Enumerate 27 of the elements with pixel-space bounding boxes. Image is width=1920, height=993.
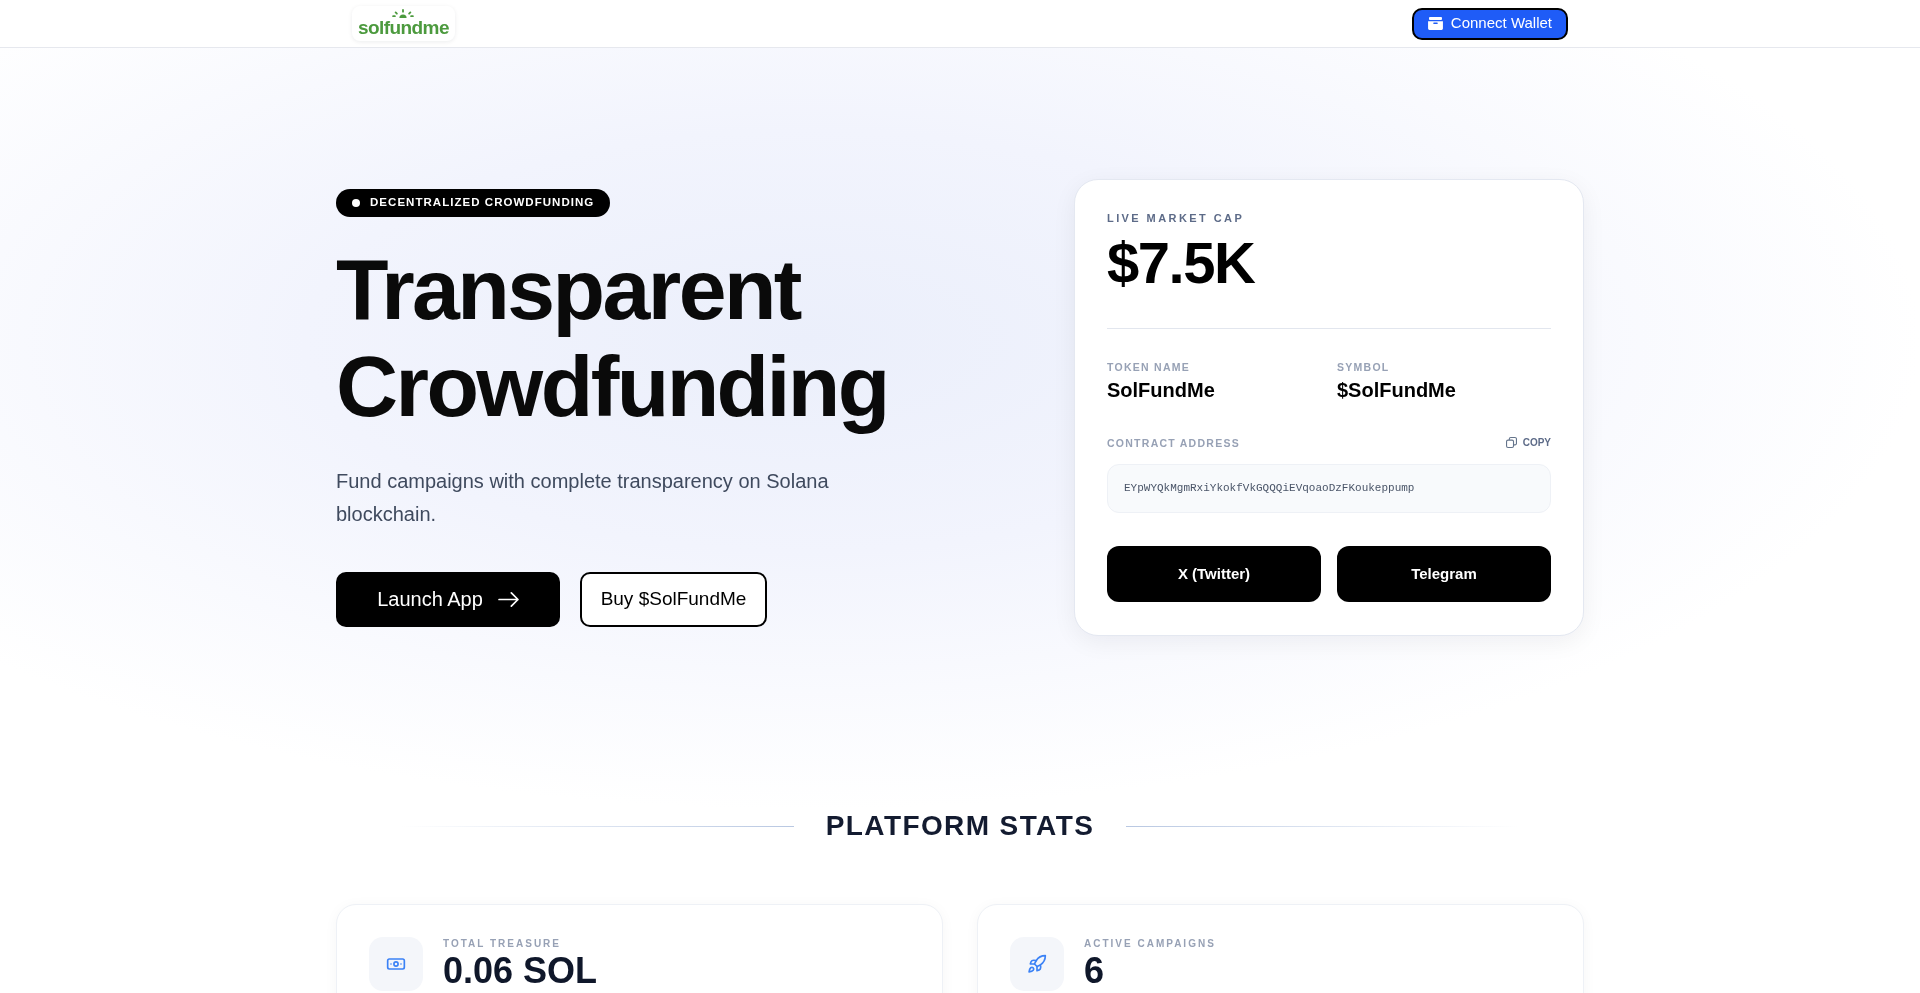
field-label: TOKEN NAME (1107, 360, 1191, 374)
field-label: SYMBOL (1337, 360, 1391, 374)
logo-link[interactable]: solfundme (352, 6, 455, 41)
contract-address: EYpWYQkMgmRxiYkokfVkGQQQiEVqoaoDzFKoukeppump (1107, 464, 1551, 513)
copy-icon (1505, 437, 1517, 448)
buy-token-button[interactable]: Buy $SolFundMe (580, 571, 767, 627)
stat-label: ACTIVE CAMPAIGNS (1084, 937, 1216, 951)
market-cap-label: LIVE MARKET CAP (1107, 211, 1246, 226)
market-cap-value: $7.5K (1107, 234, 1256, 292)
arrow-right-icon (497, 590, 519, 608)
stat-label: TOTAL TREASURE (443, 937, 562, 951)
copy-button[interactable]: COPY (1505, 435, 1551, 450)
field-value: $SolFundMe (1337, 378, 1457, 403)
launch-app-button[interactable]: Launch App (336, 571, 560, 627)
field-value: SolFundMe (1107, 378, 1216, 403)
sun-rays-icon (392, 9, 414, 18)
stat-value: 6 (1084, 951, 1106, 991)
section-title: PLATFORM STATS (825, 809, 1095, 843)
category-text: DECENTRALIZED CROWDFUNDING (370, 194, 595, 210)
stat-value: 0.06 SOL (443, 951, 598, 991)
contract-address-label: CONTRACT ADDRESS (1107, 435, 1240, 450)
social-link-button[interactable]: Telegram (1337, 546, 1551, 602)
archive-box-icon (1427, 17, 1443, 30)
hero-description: Fund campaigns with complete transparency on Solana blockchain. (336, 468, 830, 527)
connect-wallet-button[interactable]: Connect Wallet (1411, 7, 1568, 40)
hero-title: Transparent Crowdfunding (336, 240, 889, 435)
social-link-button[interactable]: X (Twitter) (1107, 546, 1321, 602)
